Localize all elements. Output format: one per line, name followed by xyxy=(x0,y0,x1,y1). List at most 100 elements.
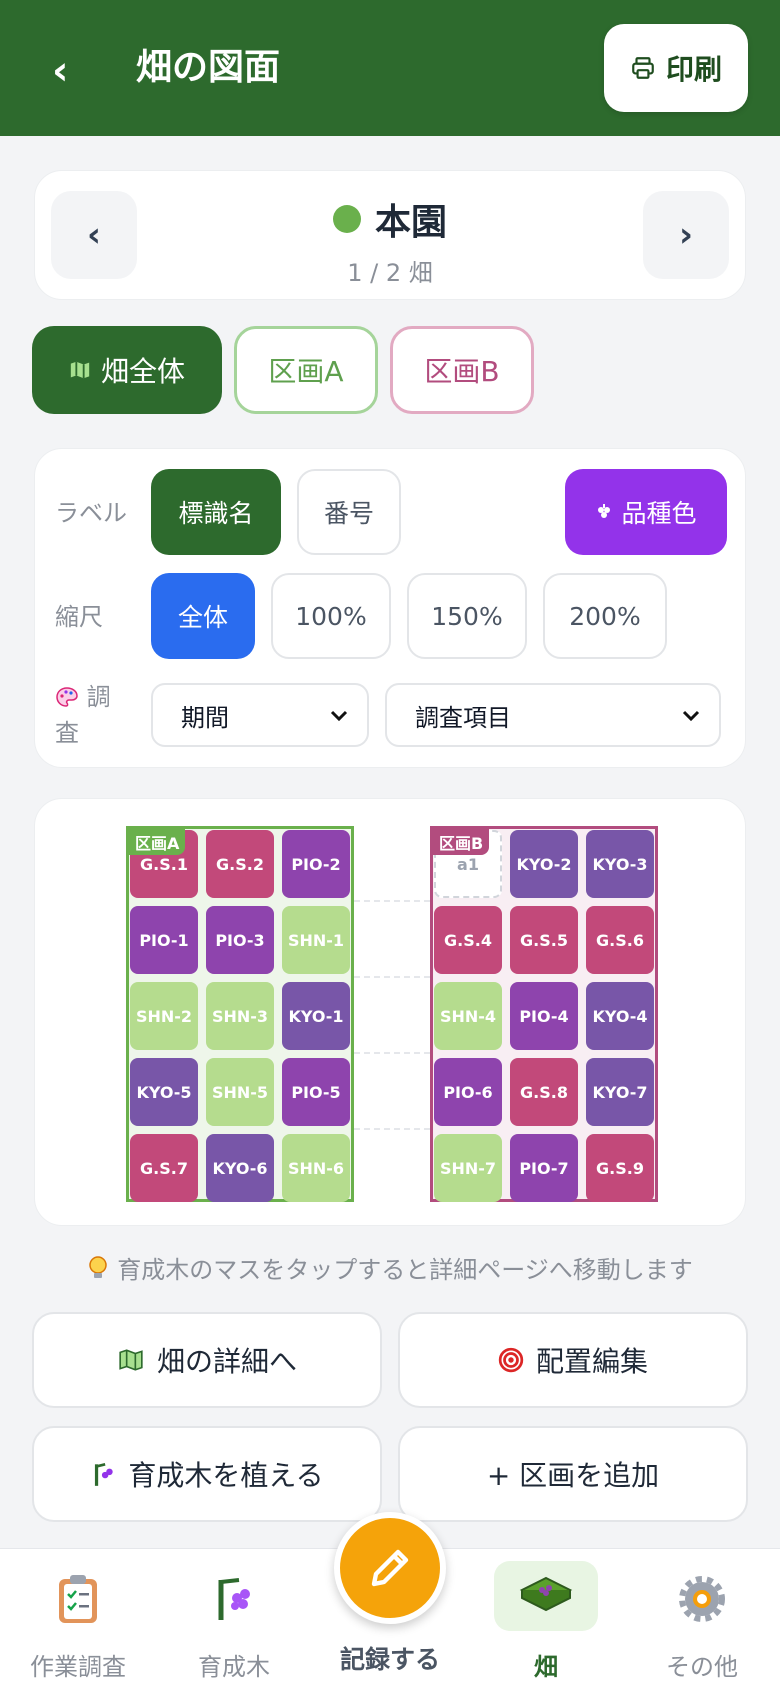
variety-color-label: 品種色 xyxy=(621,499,697,528)
print-label: 印刷 xyxy=(665,53,722,86)
printer-icon xyxy=(632,57,654,79)
tab-whole-field[interactable]: 畑全体 xyxy=(32,326,222,414)
tree-cell[interactable]: PIO-4 xyxy=(510,982,578,1050)
nav-other-label: その他 xyxy=(666,1653,738,1681)
survey-row-title-line2: 査 xyxy=(55,719,79,747)
back-button[interactable]: ‹ xyxy=(52,46,92,96)
seedling-icon xyxy=(95,1463,114,1486)
tree-cell[interactable]: G.S.8 xyxy=(510,1058,578,1126)
scale-fit-button[interactable]: 全体 xyxy=(151,573,255,659)
field-details-label: 畑の詳細へ xyxy=(156,1345,297,1378)
tap-hint: 育成木のマスをタップすると詳細ページへ移動します xyxy=(0,1250,780,1285)
tab-section-b[interactable]: 区画B xyxy=(390,326,534,414)
label-row-title: ラベル xyxy=(55,499,127,527)
tree-cell[interactable]: KYO-7 xyxy=(586,1058,654,1126)
tree-cell[interactable]: PIO-6 xyxy=(434,1058,502,1126)
tab-section-a[interactable]: 区画A xyxy=(234,326,378,414)
variety-color-button[interactable]: 品種色 xyxy=(565,469,727,555)
scale-200-button[interactable]: 200% xyxy=(543,573,667,659)
palette-icon xyxy=(56,687,78,707)
tap-hint-text: 育成木のマスをタップすると詳細ページへ移動します xyxy=(117,1256,693,1284)
tree-cell[interactable]: SHN-1 xyxy=(282,906,350,974)
chevron-down-icon xyxy=(330,710,348,722)
tree-cell[interactable]: PIO-5 xyxy=(282,1058,350,1126)
map-icon xyxy=(119,1349,143,1371)
nav-field[interactable]: 畑 xyxy=(468,1549,624,1688)
nav-seedlings[interactable]: 育成木 xyxy=(156,1549,312,1688)
tree-cell[interactable]: G.S.4 xyxy=(434,906,502,974)
chevron-down-icon xyxy=(682,710,700,722)
label-number-button[interactable]: 番号 xyxy=(297,469,401,555)
tree-cell[interactable]: SHN-4 xyxy=(434,982,502,1050)
display-controls: ラベル 標識名 番号 品種色 縮尺 全体 100% 150% 200% 調 査 … xyxy=(34,448,746,768)
tree-cell[interactable]: KYO-1 xyxy=(282,982,350,1050)
aisle xyxy=(354,826,430,1202)
tree-cell[interactable]: G.S.7 xyxy=(130,1134,198,1202)
add-section-button[interactable]: + 区画を追加 xyxy=(398,1426,748,1522)
clipboard-icon xyxy=(50,1571,106,1627)
map-icon xyxy=(70,361,90,379)
tree-cell[interactable]: KYO-3 xyxy=(586,830,654,898)
print-button[interactable]: 印刷 xyxy=(604,24,748,112)
target-icon xyxy=(498,1347,524,1373)
survey-row-title: 調 査 xyxy=(55,679,111,751)
period-select[interactable]: 期間 xyxy=(151,683,369,747)
tree-cell[interactable]: KYO-2 xyxy=(510,830,578,898)
tree-cell[interactable]: SHN-2 xyxy=(130,982,198,1050)
tree-cell[interactable]: G.S.5 xyxy=(510,906,578,974)
farm-selector: ‹ 本園 1 / 2 畑 › xyxy=(34,170,746,300)
next-farm-button[interactable]: › xyxy=(643,191,729,279)
tree-cell[interactable]: SHN-6 xyxy=(282,1134,350,1202)
page-title: 畑の図面 xyxy=(136,47,281,88)
scale-100-button[interactable]: 100% xyxy=(271,573,391,659)
label-tag-name-button[interactable]: 標識名 xyxy=(151,469,281,555)
tree-cell[interactable]: SHN-3 xyxy=(206,982,274,1050)
tab-section-b-label: 区画B xyxy=(424,355,500,388)
survey-item-select-value: 調査項目 xyxy=(415,703,511,732)
edit-layout-label: 配置編集 xyxy=(535,1345,648,1378)
tab-whole-field-label: 畑全体 xyxy=(100,355,185,388)
nav-work-survey[interactable]: 作業調査 xyxy=(0,1549,156,1688)
app-header: ‹ 畑の図面 印刷 xyxy=(0,0,780,136)
tree-cell[interactable]: G.S.9 xyxy=(586,1134,654,1202)
plant-seedling-button[interactable]: 育成木を植える xyxy=(32,1426,382,1522)
field-icon xyxy=(494,1561,598,1631)
seedling-icon xyxy=(206,1571,262,1627)
gear-icon xyxy=(674,1571,730,1627)
farm-name: 本園 xyxy=(374,202,447,243)
farm-name-row: 本園 xyxy=(35,193,745,245)
section-a-label: 区画A xyxy=(129,829,186,855)
tree-cell[interactable]: G.S.6 xyxy=(586,906,654,974)
tree-cell[interactable]: G.S.2 xyxy=(206,830,274,898)
tree-cell[interactable]: SHN-7 xyxy=(434,1134,502,1202)
farm-counter: 1 / 2 畑 xyxy=(347,259,433,287)
field-details-button[interactable]: 畑の詳細へ xyxy=(32,1312,382,1408)
tree-cell[interactable]: PIO-3 xyxy=(206,906,274,974)
tree-cell[interactable]: PIO-1 xyxy=(130,906,198,974)
record-label: 記録する xyxy=(339,1645,440,1674)
grape-icon xyxy=(598,504,611,518)
tree-cell[interactable]: SHN-5 xyxy=(206,1058,274,1126)
tab-section-a-label: 区画A xyxy=(268,355,344,388)
survey-row-title-line1: 調 xyxy=(86,683,111,711)
record-fab[interactable] xyxy=(334,1512,446,1624)
section-b-label: 区画B xyxy=(433,829,490,855)
tree-cell[interactable]: PIO-2 xyxy=(282,830,350,898)
farm-color-dot xyxy=(332,205,361,233)
plant-seedling-label: 育成木を植える xyxy=(128,1459,324,1492)
tree-cell[interactable]: PIO-7 xyxy=(510,1134,578,1202)
nav-field-label: 畑 xyxy=(534,1653,558,1681)
tree-cell[interactable]: KYO-5 xyxy=(130,1058,198,1126)
lightbulb-icon xyxy=(89,1255,107,1278)
tree-cell[interactable]: KYO-4 xyxy=(586,982,654,1050)
tree-cell[interactable]: KYO-6 xyxy=(206,1134,274,1202)
period-select-value: 期間 xyxy=(181,703,229,732)
pencil-icon xyxy=(371,1549,409,1587)
nav-other[interactable]: その他 xyxy=(624,1549,780,1688)
scale-row-title: 縮尺 xyxy=(55,603,103,631)
edit-layout-button[interactable]: 配置編集 xyxy=(398,1312,748,1408)
nav-seedlings-label: 育成木 xyxy=(198,1653,270,1681)
survey-item-select[interactable]: 調査項目 xyxy=(385,683,721,747)
scale-150-button[interactable]: 150% xyxy=(407,573,527,659)
add-section-label: + 区画を追加 xyxy=(486,1459,660,1492)
